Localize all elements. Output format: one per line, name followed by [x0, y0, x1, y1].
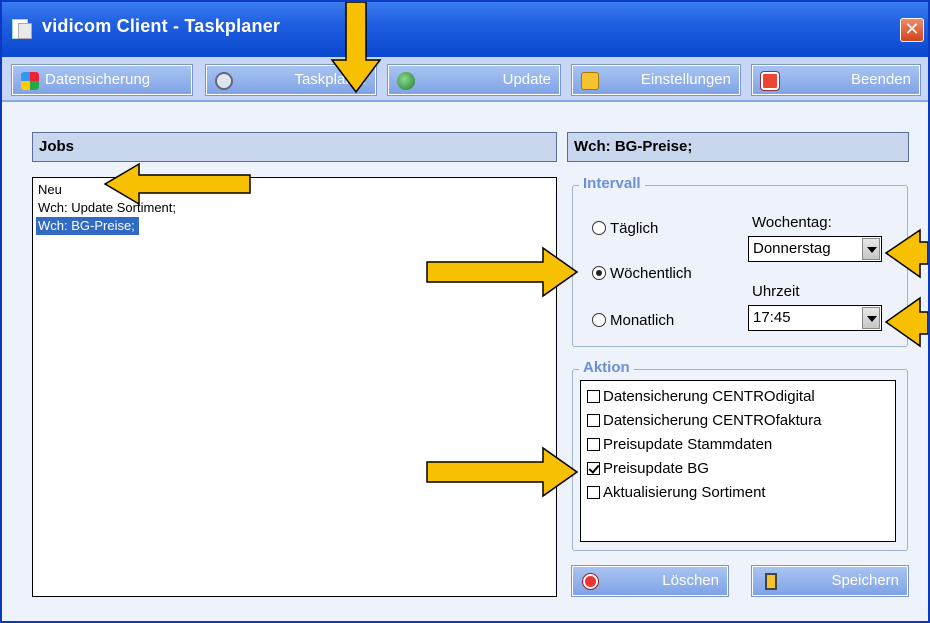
- annotation-arrow-icon: [103, 162, 251, 206]
- annotation-arrow-icon: [884, 228, 928, 279]
- annotation-arrow-icon: [884, 296, 928, 348]
- app-window: vidicom Client - Taskplaner ✕ Datensiche…: [0, 0, 930, 623]
- annotation-arrow-icon: [330, 2, 382, 94]
- annotation-arrows: [103, 2, 928, 498]
- annotation-arrow-icon: [426, 446, 579, 498]
- annotation-arrow-icon: [426, 246, 579, 298]
